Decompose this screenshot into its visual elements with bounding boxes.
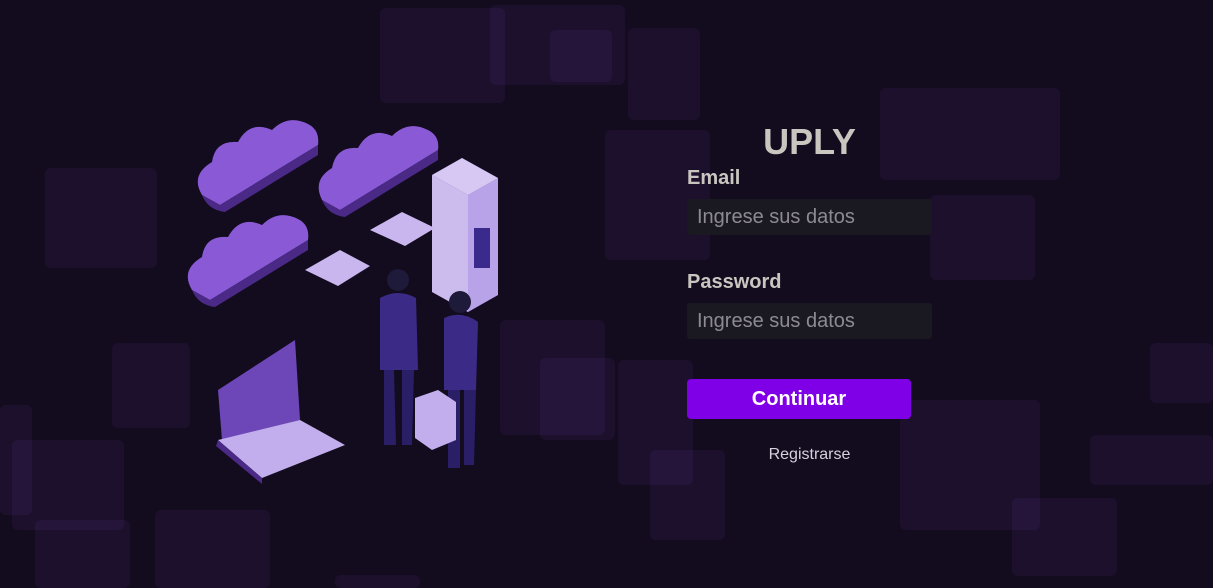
bg-square xyxy=(550,30,612,82)
server-rack-icon xyxy=(432,158,498,312)
bg-square xyxy=(540,358,615,440)
email-label: Email xyxy=(687,167,741,189)
continue-button[interactable]: Continuar xyxy=(687,379,911,419)
bg-square xyxy=(112,343,190,428)
businessman-icon xyxy=(380,269,418,445)
email-input[interactable] xyxy=(687,199,932,235)
password-input[interactable] xyxy=(687,303,932,339)
laptop-icon xyxy=(216,340,345,484)
register-link[interactable]: Registrarse xyxy=(687,445,932,465)
bg-square xyxy=(380,8,505,103)
bg-square xyxy=(12,440,124,530)
bg-square xyxy=(155,510,270,588)
bg-square xyxy=(35,520,130,588)
cloud-server-business-illustration xyxy=(187,120,498,484)
cloud-icon xyxy=(187,215,309,307)
bg-square xyxy=(335,575,420,588)
bg-square xyxy=(930,195,1035,280)
cloud-icon xyxy=(318,126,439,217)
bg-square xyxy=(45,168,157,268)
bg-square xyxy=(1012,498,1117,576)
bg-square xyxy=(1090,435,1213,485)
briefcase-icon xyxy=(415,390,456,450)
cloud-icon xyxy=(197,120,319,212)
bg-square xyxy=(628,28,700,120)
app-title: UPLY xyxy=(763,121,856,162)
bg-square xyxy=(1150,343,1213,403)
password-label: Password xyxy=(687,271,782,293)
document-icon xyxy=(305,212,435,286)
